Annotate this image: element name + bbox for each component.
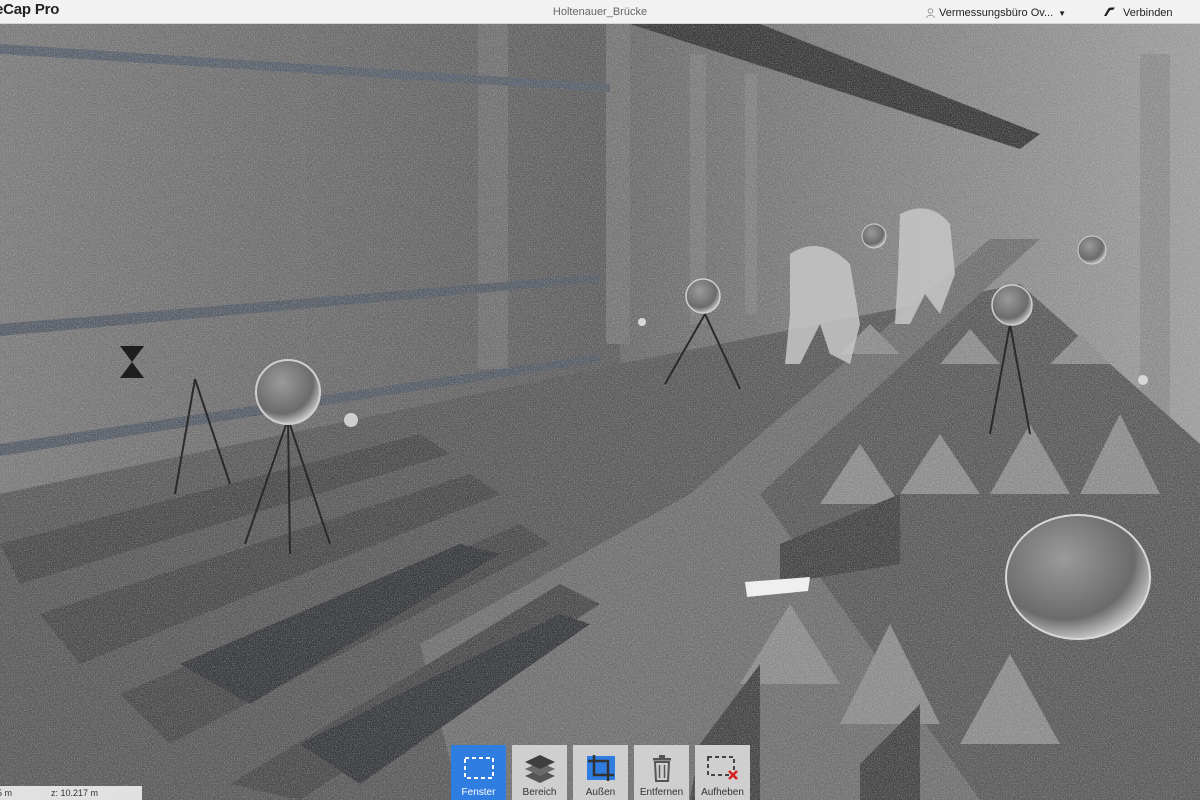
point-cloud-viewport[interactable] bbox=[0, 24, 1200, 800]
aufheben-button[interactable]: Aufheben bbox=[695, 745, 750, 800]
entfernen-label: Entfernen bbox=[639, 787, 684, 798]
dashed-rectangle-icon bbox=[462, 753, 496, 783]
layers-icon bbox=[523, 753, 557, 783]
connect-icon bbox=[1103, 6, 1116, 20]
aussen-button[interactable]: Außen bbox=[573, 745, 628, 800]
status-z-value: z: 10.217 m bbox=[51, 788, 99, 798]
account-menu[interactable]: Vermessungsbüro Ov... ▼ bbox=[926, 7, 1066, 19]
crop-icon bbox=[584, 753, 618, 783]
coordinate-status: 5 m z: 10.217 m bbox=[0, 786, 142, 800]
status-left-value: 5 m bbox=[0, 788, 13, 798]
bereich-label: Bereich bbox=[522, 787, 557, 798]
connect-button[interactable]: Verbinden bbox=[1103, 6, 1173, 20]
selection-toolbar: Fenster Bereich Außen Entfernen Aufheben bbox=[451, 745, 750, 800]
fenster-label: Fenster bbox=[461, 787, 496, 798]
trash-icon bbox=[645, 753, 679, 783]
fenster-button[interactable]: Fenster bbox=[451, 745, 506, 800]
clear-selection-icon bbox=[706, 753, 740, 783]
connect-label: Verbinden bbox=[1123, 7, 1173, 19]
aussen-label: Außen bbox=[585, 787, 616, 798]
entfernen-button[interactable]: Entfernen bbox=[634, 745, 689, 800]
bereich-button[interactable]: Bereich bbox=[512, 745, 567, 800]
user-icon bbox=[926, 8, 935, 19]
chevron-down-icon: ▼ bbox=[1058, 8, 1067, 18]
point-cloud-scene bbox=[0, 24, 1200, 800]
account-label: Vermessungsbüro Ov... bbox=[939, 7, 1054, 19]
aufheben-label: Aufheben bbox=[701, 787, 744, 798]
top-bar: eCap Pro Holtenauer_Brücke Vermessungsbü… bbox=[0, 0, 1200, 24]
